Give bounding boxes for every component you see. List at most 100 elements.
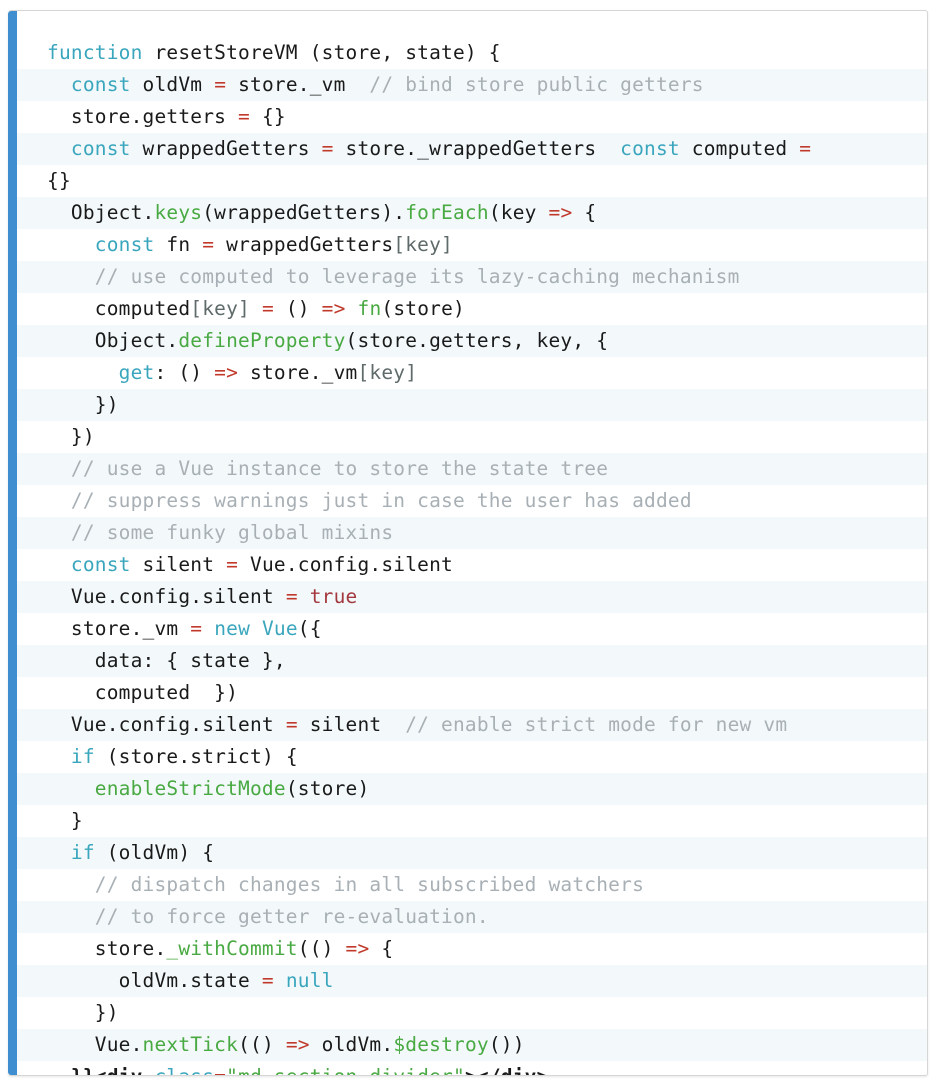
code-token-op: => — [214, 360, 239, 384]
code-line: oldVm.state = null — [17, 964, 927, 997]
code-token-op: => — [285, 1032, 310, 1056]
code-token-pl: : () — [154, 360, 215, 384]
code-line: // use computed to leverage its lazy-cac… — [17, 260, 927, 293]
code-token-op: = — [238, 104, 250, 128]
code-token-pl: (store) — [285, 776, 370, 800]
code-line: Vue.config.silent = silent // enable str… — [17, 708, 927, 741]
code-token-pl: store._vm — [238, 360, 358, 384]
code-token-kw: function — [47, 40, 143, 64]
code-line: store._withCommit(() => { — [17, 932, 927, 965]
code-line: // some funky global mixins — [17, 516, 927, 549]
code-token-pl: store.getters — [47, 104, 239, 128]
code-line: Object.keys(wrappedGetters).forEach(key … — [17, 196, 927, 229]
code-token-pl: data: { state }, — [47, 648, 286, 672]
code-line: if (oldVm) { — [17, 836, 927, 869]
code-token-pl: wrappedGetters — [214, 232, 394, 256]
code-token-fn: forEach — [405, 200, 489, 224]
code-token-pl: store. — [47, 936, 167, 960]
code-token-op: = — [285, 712, 298, 736]
code-token-kw: null — [285, 968, 334, 992]
code-token-pl: store._vm — [226, 72, 370, 96]
code-token-fn: $destroy — [393, 1032, 489, 1056]
code-line: } — [17, 804, 927, 837]
code-token-kw: class — [154, 1065, 214, 1076]
code-line: get: () => store._vm[key] — [17, 356, 927, 389]
code-token-pl: resetStoreVM (store, state) { — [142, 40, 501, 64]
code-token-fn: nextTick — [142, 1032, 239, 1056]
code-token-punc: [key] — [190, 296, 250, 320]
code-token-pl: Object. — [47, 328, 179, 352]
code-line: enableStrictMode(store) — [17, 772, 927, 805]
code-token-fn: _withCommit — [166, 936, 298, 960]
code-token-pl: silent — [297, 712, 406, 736]
code-token-op: = — [285, 584, 298, 608]
code-token-op: = — [799, 136, 812, 160]
code-token-kw: if — [70, 744, 95, 768]
code-line: const wrappedGetters = store._wrappedGet… — [17, 132, 927, 165]
code-block-accent-bar — [8, 11, 17, 1075]
code-line: }) — [17, 996, 927, 1029]
code-token-op: = — [190, 616, 203, 640]
code-token-pl: }) — [47, 1000, 119, 1024]
code-token-pl: { — [572, 200, 597, 224]
code-token-kw: const — [620, 136, 680, 160]
code-line: const oldVm = store._vm // bind store pu… — [17, 68, 927, 101]
code-token-fn: defineProperty — [178, 328, 346, 352]
code-token-pl: store._wrappedGetters — [333, 136, 621, 160]
code-token-pl: Vue.config.silent — [238, 552, 453, 576]
code-line: // suppress warnings just in case the us… — [17, 484, 927, 517]
code-line: computed[key] = () => fn(store) — [17, 292, 927, 325]
code-token-pl: (oldVm) { — [94, 840, 215, 864]
code-token-op: => — [345, 936, 370, 960]
code-token-pl: Vue. — [47, 1032, 143, 1056]
code-token-punc: [key] — [393, 232, 453, 256]
code-token-op: = — [214, 1065, 226, 1076]
code-token-fn: keys — [154, 200, 203, 224]
code-token-pl: Object. — [47, 200, 155, 224]
code-token-pl: silent — [130, 552, 227, 576]
code-block: function resetStoreVM (store, state) { c… — [8, 10, 928, 1076]
code-token-str: "md-section-divider" — [226, 1065, 465, 1076]
code-line: store._vm = new Vue({ — [17, 612, 927, 645]
code-token-punc: [key] — [357, 360, 418, 384]
code-token-op: => — [548, 200, 573, 224]
code-token-kw: new — [214, 616, 251, 640]
code-line: Vue.nextTick(() => oldVm.$destroy()) — [17, 1028, 927, 1061]
code-line: }) — [17, 420, 927, 453]
code-line: Object.defineProperty(store.getters, key… — [17, 324, 927, 357]
code-token-pl: oldVm. — [309, 1032, 394, 1056]
code-token-tag: ></div> — [465, 1065, 549, 1076]
code-token-com: // to force getter re-evaluation. — [94, 904, 489, 928]
code-token-pl: {} — [47, 168, 71, 192]
code-token-pl: }) — [47, 424, 95, 448]
code-token-pl: } — [47, 808, 83, 832]
code-token-kw: const — [70, 72, 131, 96]
code-token-pl: (() — [238, 1032, 286, 1056]
code-token-pl: computed — [679, 136, 800, 160]
code-token-pl: {} — [250, 104, 286, 128]
code-token-kw: if — [70, 840, 95, 864]
code-scroll-area[interactable]: function resetStoreVM (store, state) { c… — [17, 11, 927, 1075]
code-token-pl: wrappedGetters — [130, 136, 322, 160]
code-token-pl: computed — [47, 296, 191, 320]
code-token-pl: Vue.config.silent — [47, 584, 286, 608]
code-line: data: { state }, — [17, 644, 927, 677]
code-token-op: = — [321, 136, 334, 160]
code-line: if (store.strict) { — [17, 740, 927, 773]
code-token-fn: fn — [357, 296, 382, 320]
code-token-pl: oldVm.state — [47, 968, 262, 992]
code-token-tag: }}<div — [47, 1065, 154, 1076]
code-line: const silent = Vue.config.silent — [17, 548, 927, 581]
